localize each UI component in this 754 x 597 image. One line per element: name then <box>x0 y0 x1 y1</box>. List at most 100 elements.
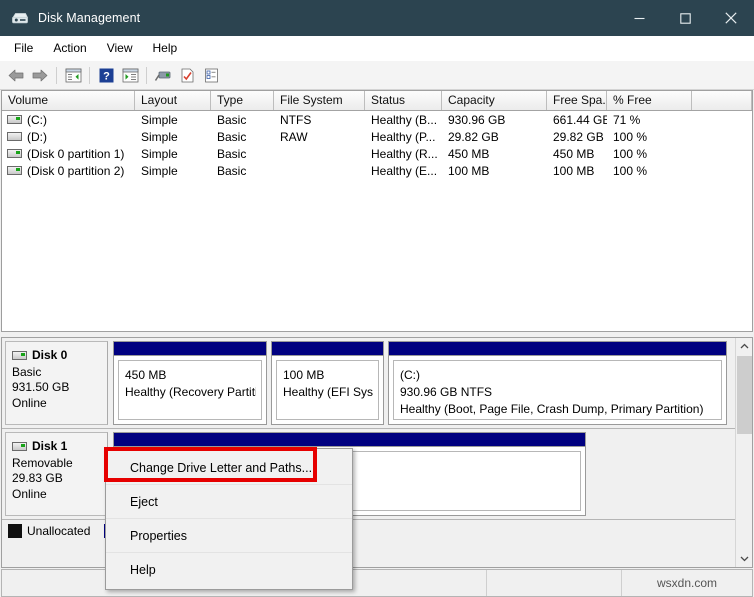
cell-type: Basic <box>217 146 247 161</box>
cell-capacity: 930.96 GB <box>448 112 506 127</box>
minimize-button[interactable] <box>616 0 662 36</box>
disk-icon <box>12 442 27 452</box>
menu-view[interactable]: View <box>98 38 142 58</box>
menu-file[interactable]: File <box>5 38 42 58</box>
partition-body: (C:) 930.96 GB NTFS Healthy (Boot, Page … <box>393 360 722 420</box>
partition-body: 450 MB Healthy (Recovery Partition <box>118 360 262 420</box>
partition-size: 930.96 GB NTFS <box>400 385 493 399</box>
partition-body: 100 MB Healthy (EFI System <box>276 360 379 420</box>
partition-c-drive[interactable]: (C:) 930.96 GB NTFS Healthy (Boot, Page … <box>388 341 727 425</box>
cell-file-system: RAW <box>280 129 308 144</box>
window-controls <box>616 0 754 36</box>
cell-type: Basic <box>217 163 247 178</box>
cell-type: Basic <box>217 112 247 127</box>
cell-layout: Simple <box>141 163 178 178</box>
window-title: Disk Management <box>38 11 141 25</box>
column-header-capacity[interactable]: Capacity <box>442 91 547 110</box>
volume-icon-green <box>7 115 22 124</box>
forward-icon[interactable] <box>29 64 51 86</box>
partition-status: Healthy (Boot, Page File, Crash Dump, Pr… <box>400 402 704 416</box>
partition-label: (C:) <box>400 368 420 382</box>
cell-volume: (D:) <box>2 130 135 144</box>
table-row[interactable]: (Disk 0 partition 2) Simple Basic Health… <box>2 162 752 179</box>
column-header-type[interactable]: Type <box>211 91 274 110</box>
maximize-button[interactable] <box>662 0 708 36</box>
watermark: wsxdn.com <box>656 576 718 590</box>
column-header-status[interactable]: Status <box>365 91 442 110</box>
cell-percent-free: 100 % <box>613 146 648 161</box>
partitions-disk-0: 450 MB Healthy (Recovery Partition 100 M… <box>108 341 731 425</box>
unallocated-swatch <box>8 524 22 538</box>
cell-volume-label: (Disk 0 partition 1) <box>27 146 125 161</box>
disk-row-disk-0[interactable]: Disk 0 Basic 931.50 GB Online 450 MB Hea… <box>2 338 735 429</box>
partition-status: Healthy (EFI System <box>283 385 373 399</box>
toolbar: ? <box>0 61 754 90</box>
disk-size: 931.50 GB <box>12 380 70 394</box>
chevron-down-icon[interactable] <box>736 550 753 567</box>
scrollbar-thumb[interactable] <box>736 356 752 434</box>
partition-size: 100 MB <box>283 368 325 382</box>
column-header-percent-free[interactable]: % Free <box>607 91 692 110</box>
column-header-layout[interactable]: Layout <box>135 91 211 110</box>
column-header-file-system[interactable]: File System <box>274 91 365 110</box>
cell-free-space: 100 MB <box>553 163 595 178</box>
options-icon[interactable] <box>200 64 222 86</box>
volume-icon-green <box>7 166 22 175</box>
partition-recovery[interactable]: 450 MB Healthy (Recovery Partition <box>113 341 267 425</box>
properties-icon[interactable] <box>176 64 198 86</box>
partition-efi[interactable]: 100 MB Healthy (EFI System <box>271 341 384 425</box>
toolbar-separator <box>146 66 147 84</box>
disk-icon <box>12 351 27 361</box>
context-menu-item-properties[interactable]: Properties <box>106 519 352 553</box>
menu-bar: File Action View Help <box>0 36 754 61</box>
legend-item-unallocated: Unallocated <box>8 524 90 538</box>
partition-status: Healthy (Recovery Partition <box>125 385 256 399</box>
cell-type: Basic <box>217 129 247 144</box>
menu-help[interactable]: Help <box>144 38 187 58</box>
table-row[interactable]: (Disk 0 partition 1) Simple Basic Health… <box>2 145 752 162</box>
disk-type: Removable <box>12 455 73 470</box>
table-row[interactable]: (C:) Simple Basic NTFS Healthy (B... 930… <box>2 111 752 128</box>
table-row[interactable]: (D:) Simple Basic RAW Healthy (P... 29.8… <box>2 128 752 145</box>
disk-title: Disk 1 <box>12 439 107 455</box>
cell-volume: (Disk 0 partition 1) <box>2 147 135 161</box>
partition-color-bar <box>114 433 585 447</box>
cell-capacity: 450 MB <box>448 146 490 161</box>
graphical-view-scrollbar[interactable] <box>735 338 752 567</box>
context-menu-item-help[interactable]: Help <box>106 553 352 587</box>
disk-info-disk-1[interactable]: Disk 1 Removable 29.83 GB Online <box>5 432 108 516</box>
close-button[interactable] <box>708 0 754 36</box>
disk-name: Disk 1 <box>32 439 68 453</box>
column-header-empty[interactable] <box>692 91 752 110</box>
volume-icon-gray <box>7 132 22 141</box>
disk-size: 29.83 GB <box>12 471 63 485</box>
context-menu-item-eject[interactable]: Eject <box>106 485 352 519</box>
menu-action[interactable]: Action <box>44 38 95 58</box>
title-bar: Disk Management <box>0 0 754 36</box>
column-header-free-space[interactable]: Free Spa... <box>547 91 607 110</box>
help-icon[interactable]: ? <box>95 64 117 86</box>
cell-layout: Simple <box>141 112 178 127</box>
disk-drive-icon <box>11 9 29 27</box>
partition-size: 450 MB <box>125 368 167 382</box>
legend-label: Unallocated <box>27 524 91 538</box>
cell-status: Healthy (B... <box>371 112 438 127</box>
context-menu-item-change-drive-letter-and-paths[interactable]: Change Drive Letter and Paths... <box>106 451 352 485</box>
back-icon[interactable] <box>5 64 27 86</box>
cell-layout: Simple <box>141 129 178 144</box>
disk-state: Online <box>12 486 47 501</box>
column-header-volume[interactable]: Volume <box>2 91 135 110</box>
show-hide-console-tree-icon[interactable] <box>62 64 84 86</box>
partition-color-bar <box>272 342 383 356</box>
chevron-up-icon[interactable] <box>736 338 753 355</box>
disk-info-disk-0[interactable]: Disk 0 Basic 931.50 GB Online <box>5 341 108 425</box>
context-menu[interactable]: Change Drive Letter and Paths... Eject P… <box>105 448 353 590</box>
toolbar-separator <box>56 66 57 84</box>
cell-free-space: 29.82 GB <box>553 129 604 144</box>
show-action-pane-icon[interactable] <box>119 64 141 86</box>
cell-capacity: 29.82 GB <box>448 129 499 144</box>
volume-list-header: Volume Layout Type File System Status Ca… <box>2 91 752 111</box>
rescan-disks-icon[interactable] <box>152 64 174 86</box>
volume-list-pane[interactable]: Volume Layout Type File System Status Ca… <box>1 90 753 332</box>
cell-percent-free: 100 % <box>613 163 648 178</box>
